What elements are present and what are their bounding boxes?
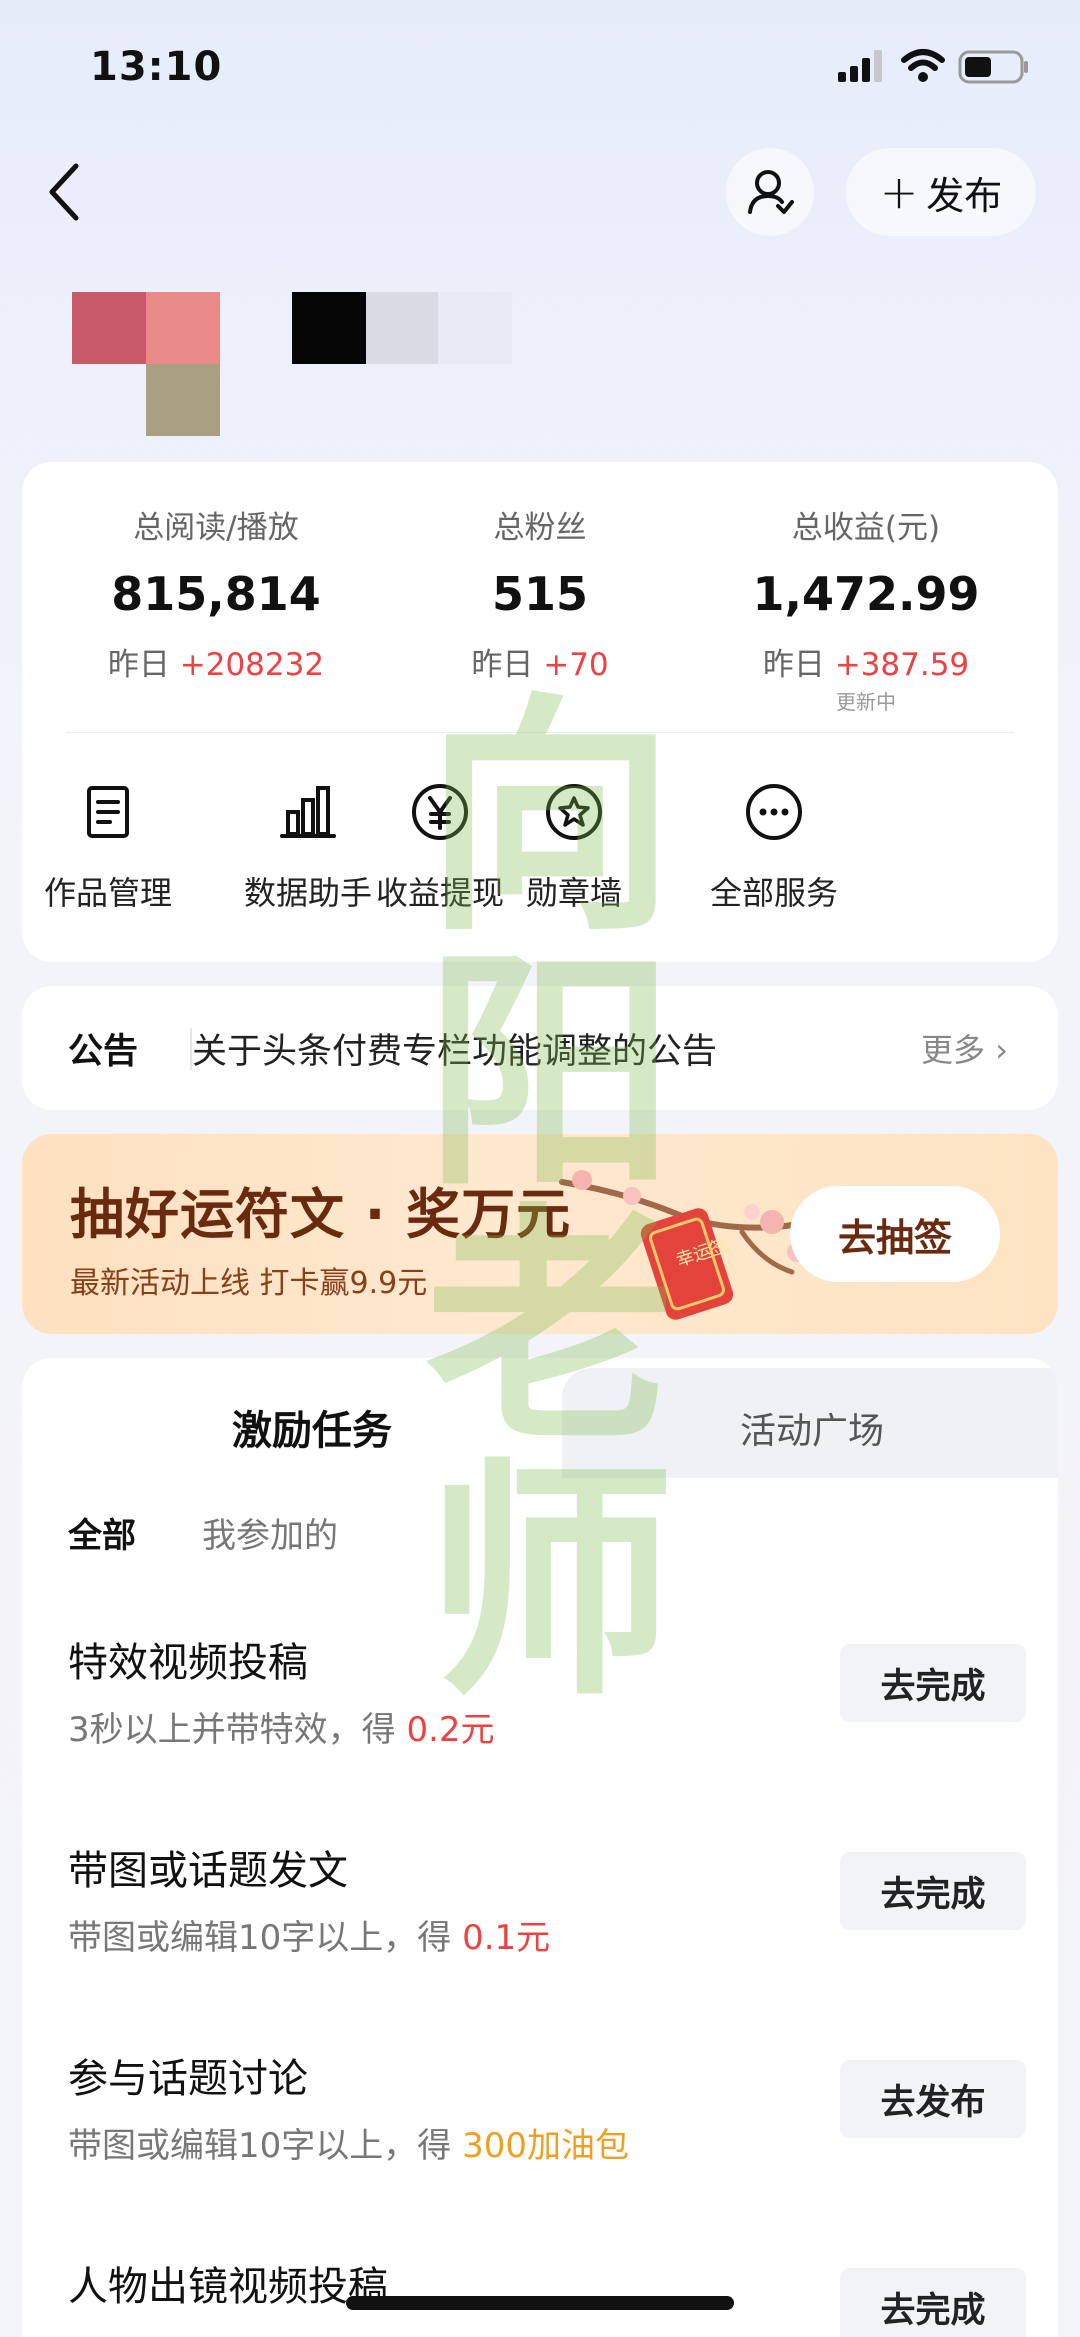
stat-delta: 昨日 +70 <box>471 647 609 683</box>
user-icon <box>748 170 794 214</box>
stat-label: 总收益(元) <box>791 510 941 546</box>
back-button[interactable] <box>40 160 90 224</box>
stat-delta: 昨日 +387.59 <box>762 647 970 683</box>
chevron-right-icon: › <box>995 1031 1008 1069</box>
notice-text[interactable]: 关于头条付费专栏功能调整的公告 <box>192 1023 717 1074</box>
filter-joined[interactable]: 我参加的 <box>202 1508 338 1557</box>
task-reward: 0.2元 <box>406 1710 495 1750</box>
yen-coin-icon <box>412 784 468 840</box>
stat-value: 1,472.99 <box>752 567 980 621</box>
service-medal-wall[interactable]: 勋章墙 <box>474 782 674 914</box>
service-label: 作品管理 <box>43 874 172 912</box>
stat-updating-note: 更新中 <box>836 690 896 714</box>
notice-more-link[interactable]: 更多 › <box>921 1025 1008 1071</box>
more-icon <box>746 784 802 840</box>
service-works-management[interactable]: 作品管理 <box>8 782 208 914</box>
task-reward: 0.1元 <box>462 1918 551 1958</box>
task-item: 带图或话题发文 带图或编辑10字以上，得 0.1元 去完成 <box>68 1838 1058 1988</box>
service-all-services[interactable]: 全部服务 <box>674 782 874 914</box>
publish-label: 发布 <box>926 173 1003 218</box>
task-item: 参与话题讨论 带图或编辑10字以上，得 300加油包 去发布 <box>68 2046 1058 2196</box>
stats-card: 总阅读/播放 815,814 昨日 +208232 总粉丝 515 昨日 +70… <box>22 462 1058 962</box>
stat-total-reads[interactable]: 总阅读/播放 815,814 昨日 +208232 <box>66 502 366 684</box>
cellular-signal-icon <box>838 50 882 82</box>
home-indicator[interactable] <box>346 2296 734 2310</box>
stat-value: 515 <box>491 567 589 621</box>
banner-title: 抽好运符文 · 奖万元 <box>70 1183 572 1246</box>
stat-total-income[interactable]: 总收益(元) 1,472.99 昨日 +387.59 更新中 <box>716 502 1016 715</box>
filter-all[interactable]: 全部 <box>68 1508 136 1557</box>
task-action-button[interactable]: 去完成 <box>840 2268 1026 2337</box>
medal-icon <box>546 784 602 840</box>
publish-button[interactable]: + 发布 <box>846 148 1036 236</box>
task-action-button[interactable]: 去完成 <box>840 1644 1026 1722</box>
service-label: 勋章墙 <box>525 874 622 912</box>
task-action-button[interactable]: 去发布 <box>840 2060 1026 2138</box>
service-label: 全部服务 <box>709 874 838 912</box>
stat-label: 总阅读/播放 <box>133 510 299 546</box>
battery-icon <box>958 50 1028 84</box>
divider <box>66 732 1014 733</box>
task-reward: 300加油包 <box>462 2126 629 2166</box>
document-icon <box>87 786 129 838</box>
tasks-card: 激励任务 活动广场 全部 我参加的 特效视频投稿 3秒以上并带特效，得 0.2元… <box>22 1358 1058 2337</box>
notice-bar[interactable]: 公告 关于头条付费专栏功能调整的公告 更多 › <box>22 986 1058 1110</box>
tab-activity-square[interactable]: 活动广场 <box>562 1402 1058 1454</box>
plus-icon: + <box>879 165 919 219</box>
lucky-charm-branch-icon: 幸运签 <box>559 1170 815 1320</box>
profile-button[interactable] <box>726 148 814 236</box>
promo-banner[interactable]: 幸运签 抽好运符文 · 奖万元 最新活动上线 打卡赢9.9元 去抽签 <box>22 1134 1058 1334</box>
stat-value: 815,814 <box>111 567 321 621</box>
draw-lot-button[interactable]: 去抽签 <box>790 1186 1000 1282</box>
task-action-button[interactable]: 去完成 <box>840 1852 1026 1930</box>
stat-label: 总粉丝 <box>493 510 587 546</box>
status-time: 13:10 <box>90 44 223 90</box>
banner-subtitle: 最新活动上线 打卡赢9.9元 <box>70 1266 428 1301</box>
wifi-icon <box>901 49 945 82</box>
tab-incentive-tasks[interactable]: 激励任务 <box>92 1398 532 1456</box>
stat-delta: 昨日 +208232 <box>107 647 325 683</box>
stat-total-fans[interactable]: 总粉丝 515 昨日 +70 <box>390 502 690 684</box>
task-item: 特效视频投稿 3秒以上并带特效，得 0.2元 去完成 <box>68 1630 1058 1780</box>
notice-title: 公告 <box>68 1031 139 1072</box>
bar-chart-icon <box>280 786 336 838</box>
